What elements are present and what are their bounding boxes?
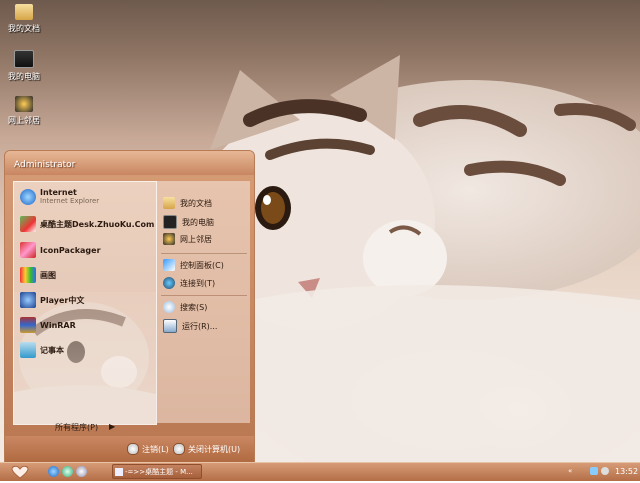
start-menu-user-name: Administrator <box>5 151 254 175</box>
start-item-media-player[interactable]: Player中文 <box>20 292 84 308</box>
start-item-winrar[interactable]: WinRAR <box>20 317 76 333</box>
taskbar-window-button[interactable]: -=>>桌酷主题 - M... <box>112 464 202 479</box>
start-button[interactable] <box>8 464 32 480</box>
tray-expand-icon[interactable]: « <box>568 467 576 475</box>
start-item-subtitle: Internet Explorer <box>40 197 100 205</box>
media-player-icon <box>20 292 36 308</box>
start-item-title: IconPackager <box>40 245 101 255</box>
start-right-my-documents[interactable]: 我的文档 <box>163 197 212 209</box>
start-right-run[interactable]: 运行(R)... <box>163 319 217 333</box>
quicklaunch-ie-icon[interactable] <box>48 466 59 477</box>
clock[interactable]: 13:52 <box>615 467 638 476</box>
start-right-control-panel[interactable]: 控制面板(C) <box>163 259 224 271</box>
start-item-title: WinRAR <box>40 320 76 330</box>
start-item-title: 画图 <box>40 270 56 280</box>
start-menu: Administrator Internet Internet Explorer… <box>4 150 255 464</box>
start-right-label: 我的文档 <box>180 198 212 208</box>
my-computer-icon <box>14 50 34 68</box>
start-item-notepad[interactable]: 记事本 <box>20 342 64 358</box>
start-right-label: 控制面板(C) <box>180 260 224 270</box>
notepad-icon <box>20 342 36 358</box>
network-places-icon <box>15 96 33 112</box>
start-right-connect-to[interactable]: 连接到(T) <box>163 277 215 289</box>
network-places-icon <box>163 233 175 245</box>
all-programs-arrow-icon: ▶ <box>109 422 116 431</box>
desktop-icon-my-computer[interactable]: 我的电脑 <box>0 50 52 82</box>
control-panel-icon <box>163 259 175 271</box>
start-item-title: 记事本 <box>40 345 64 355</box>
all-programs-button[interactable]: 所有程序(P) <box>55 422 98 433</box>
connect-to-icon <box>163 277 175 289</box>
start-item-title: 桌酷主题Desk.ZhuoKu.Com <box>40 219 155 229</box>
separator <box>161 253 247 254</box>
start-item-iconpackager[interactable]: IconPackager <box>20 242 101 258</box>
start-menu-right-pane: 我的文档 我的电脑 网上邻居 控制面板(C) 连接到(T) 搜索(S) 运行(R… <box>157 181 250 423</box>
start-menu-left-pane: Internet Internet Explorer 桌酷主题Desk.Zhuo… <box>13 181 157 425</box>
logoff-label: 注销(L) <box>142 444 169 454</box>
run-icon <box>163 319 177 333</box>
logoff-icon <box>127 443 139 455</box>
my-documents-icon <box>163 197 175 209</box>
taskbar: -=>>桌酷主题 - M... « 13:52 <box>0 462 640 481</box>
desktop-icon-label: 网上邻居 <box>8 116 40 125</box>
volume-tray-icon[interactable] <box>601 467 609 475</box>
desktop-icon-label: 我的文档 <box>8 24 40 33</box>
taskbar-window-label: -=>>桌酷主题 - M... <box>125 467 193 476</box>
internet-explorer-icon <box>20 188 36 205</box>
my-documents-icon <box>15 4 33 20</box>
window-icon <box>115 468 123 476</box>
my-computer-icon <box>163 215 177 229</box>
start-right-label: 网上邻居 <box>180 234 212 244</box>
search-icon <box>163 301 175 313</box>
logoff-button[interactable]: 注销(L) <box>127 443 169 455</box>
shutdown-label: 关闭计算机(U) <box>188 444 241 454</box>
start-item-zhuoku[interactable]: 桌酷主题Desk.ZhuoKu.Com <box>20 216 154 232</box>
start-right-label: 我的电脑 <box>182 217 214 227</box>
separator <box>161 295 247 296</box>
start-item-paint[interactable]: 画图 <box>20 267 56 283</box>
shutdown-button[interactable]: 关闭计算机(U) <box>173 443 240 455</box>
start-item-title: Internet <box>40 188 77 197</box>
winrar-icon <box>20 317 36 333</box>
start-item-title: Player中文 <box>40 295 85 305</box>
network-tray-icon[interactable] <box>590 467 598 475</box>
start-right-network-places[interactable]: 网上邻居 <box>163 233 212 245</box>
quicklaunch-desktop-icon[interactable] <box>76 466 87 477</box>
quicklaunch-media-icon[interactable] <box>62 466 73 477</box>
zhuoku-theme-icon <box>20 216 36 232</box>
start-menu-fade <box>14 292 156 424</box>
start-right-label: 搜索(S) <box>180 302 208 312</box>
paint-icon <box>20 267 36 283</box>
shutdown-icon <box>173 443 185 455</box>
start-right-label: 运行(R)... <box>182 321 218 331</box>
start-right-label: 连接到(T) <box>180 278 216 288</box>
start-menu-footer: 注销(L) 关闭计算机(U) <box>5 436 254 463</box>
start-right-search[interactable]: 搜索(S) <box>163 301 207 313</box>
start-item-internet[interactable]: Internet Internet Explorer <box>20 188 99 205</box>
heart-start-icon <box>11 465 29 479</box>
iconpackager-icon <box>20 242 36 258</box>
desktop-icon-network-places[interactable]: 网上邻居 <box>0 96 52 126</box>
system-tray: « 13:52 <box>568 464 638 479</box>
desktop-icon-my-documents[interactable]: 我的文档 <box>0 4 52 34</box>
start-right-my-computer[interactable]: 我的电脑 <box>163 215 214 229</box>
desktop-icon-label: 我的电脑 <box>8 72 40 81</box>
